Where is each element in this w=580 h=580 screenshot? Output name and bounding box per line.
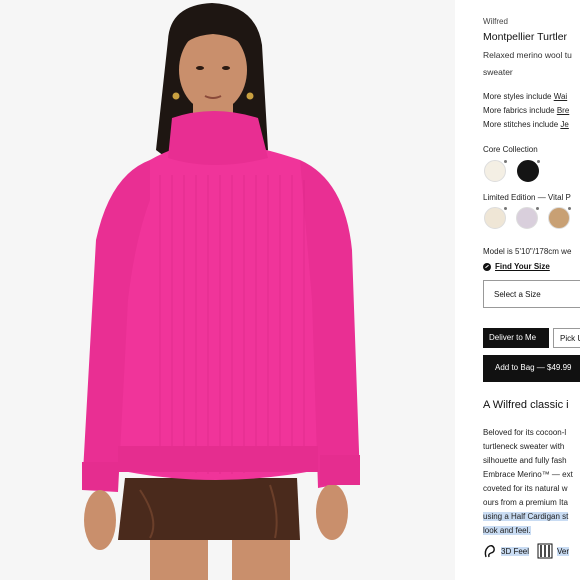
deliver-to-me-button[interactable]: Deliver to Me [483,328,549,348]
classic-heading: A Wilfred classic i [483,399,569,411]
model-info: Model is 5'10"/178cm we [483,247,572,256]
body-text-line: Beloved for its cocoon-l [483,428,567,437]
feature-row: 3D Feel Ver [483,543,570,559]
more-stitches-line: More stitches include Je [483,120,569,129]
body-text-line-highlighted: look and feel. [483,526,531,535]
add-to-bag-button[interactable]: Add to Bag — $49.99 [483,355,580,382]
swatch-limited-lilac[interactable] [516,207,538,229]
find-size-link[interactable]: Find Your Size [483,262,550,271]
find-size-label: Find Your Size [495,262,550,271]
product-title: Montpellier Turtler [483,31,568,43]
3d-feel-icon [484,545,495,558]
body-text-line: ours from a premium Ita [483,498,568,507]
core-collection-label: Core Collection [483,145,538,154]
brand-name[interactable]: Wilfred [483,17,508,26]
swatch-limited-camel[interactable] [548,207,570,229]
body-text-line: silhouette and fully fash [483,456,567,465]
model-photo [0,0,455,580]
body-text-line: coveted for its natural w [483,484,568,493]
more-stitches-link[interactable]: Je [560,120,568,129]
limited-edition-label: Limited Edition — Vital P [483,193,571,202]
pick-up-button[interactable]: Pick U [553,328,580,348]
swatch-indicator [568,207,571,210]
product-detail-pane: Wilfred Montpellier Turtler Relaxed meri… [483,0,580,580]
swatch-indicator [504,207,507,210]
3d-feel-label[interactable]: 3D Feel [501,546,530,556]
product-image[interactable] [0,0,455,580]
swatch-core-cream[interactable] [484,160,506,182]
swatch-indicator [504,160,507,163]
body-text-line-highlighted: using a Half Cardigan st [483,512,569,521]
vertical-stitch-icon [537,543,553,559]
more-stitches-label: More stitches include [483,120,561,129]
more-fabrics-link[interactable]: Bre [557,106,569,115]
body-text-line: turtleneck sweater with [483,442,565,451]
ruler-icon [483,262,491,271]
more-styles-line: More styles include Wai [483,92,567,101]
body-text-line: Embrace Merino™ — ext [483,470,573,479]
swatch-limited-oat[interactable] [484,207,506,229]
more-styles-link[interactable]: Wai [554,92,567,101]
more-fabrics-line: More fabrics include Bre [483,106,569,115]
swatch-indicator [537,160,540,163]
swatch-core-black[interactable] [517,160,539,182]
vertical-label[interactable]: Ver [557,546,570,556]
more-fabrics-label: More fabrics include [483,106,557,115]
swatch-indicator [536,207,539,210]
more-styles-label: More styles include [483,92,554,101]
product-description: Relaxed merino wool tu sweater [483,50,572,77]
size-select[interactable]: Select a Size [483,280,580,308]
